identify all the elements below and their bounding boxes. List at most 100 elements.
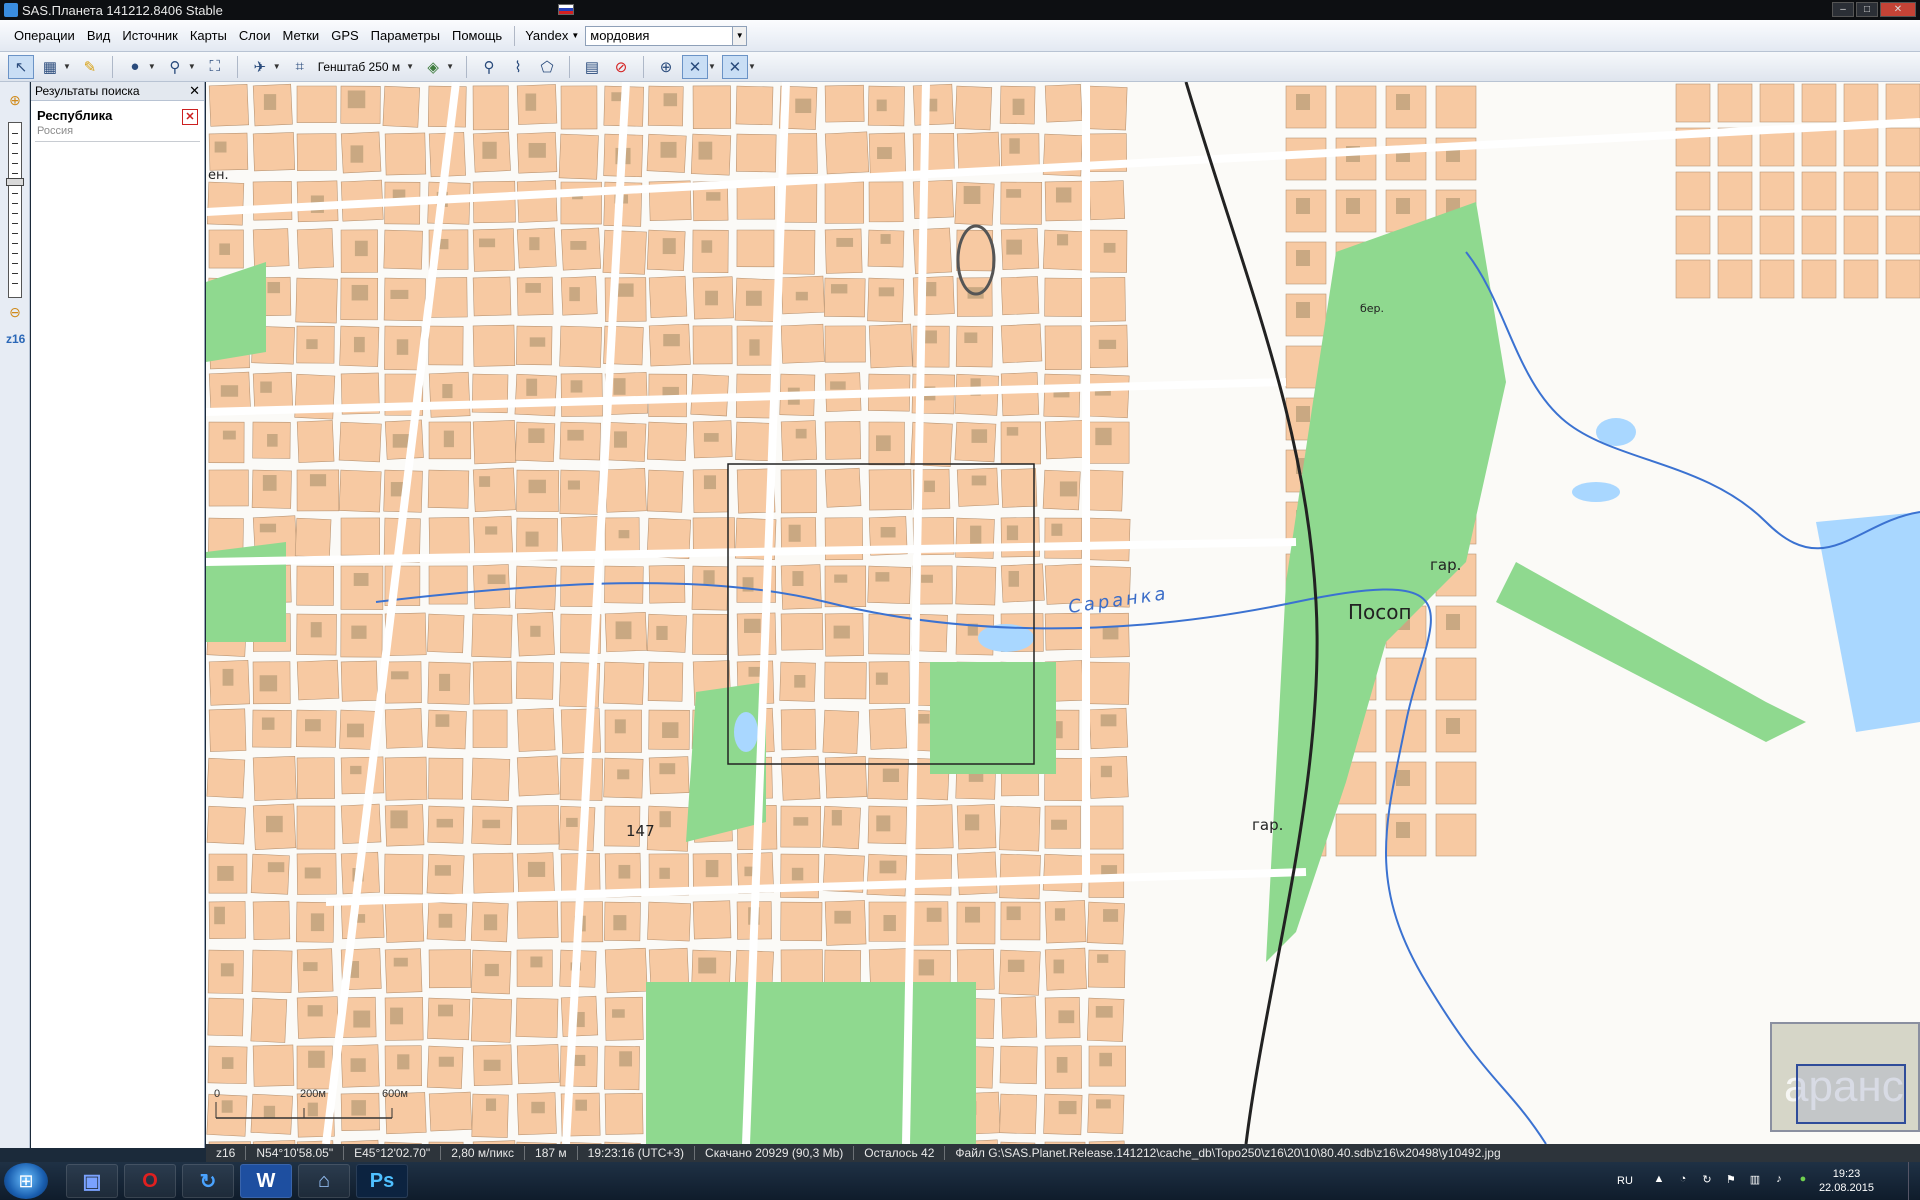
tray-arrow-icon[interactable]: ▲ (1651, 1173, 1667, 1189)
building-block (1717, 215, 1753, 255)
building (880, 527, 896, 538)
menu-maps[interactable]: Карты (184, 28, 233, 43)
opera-icon[interactable]: O (124, 1164, 176, 1198)
search-dropdown-button[interactable]: ▼ (733, 25, 748, 46)
building-block (868, 708, 908, 750)
update-icon[interactable]: ↻ (182, 1164, 234, 1198)
fullscreen-icon[interactable]: ⛶ (202, 55, 228, 79)
chevron-down-icon[interactable]: ▼ (148, 62, 156, 71)
satellite-icon[interactable]: ✈ (247, 55, 273, 79)
gps-center-icon[interactable]: ✕ (721, 54, 748, 79)
building (1097, 954, 1109, 963)
building-block (1843, 215, 1879, 255)
select-arrow-icon[interactable]: ↖ (8, 54, 34, 79)
close-icon[interactable]: ✕ (189, 83, 200, 99)
building (749, 339, 760, 356)
tray-app-icon[interactable]: ● (1795, 1173, 1811, 1189)
building (662, 722, 679, 738)
menu-help[interactable]: Помощь (446, 28, 508, 43)
minimap[interactable]: аранс (1770, 1022, 1920, 1132)
garage-label: гар. (1252, 816, 1284, 834)
zoom-slider[interactable] (8, 122, 22, 298)
building-block (780, 805, 822, 848)
toolbar-separator (236, 55, 238, 78)
delete-result-button[interactable]: ✕ (182, 109, 198, 125)
building (391, 671, 409, 680)
stop-icon[interactable]: ⊘ (608, 55, 634, 79)
building-block (1088, 180, 1126, 221)
minimize-button[interactable]: – (1832, 2, 1854, 17)
building (876, 99, 887, 112)
building (443, 430, 454, 448)
search-result-item[interactable]: Республика Россия ✕ (35, 104, 200, 142)
building (304, 867, 321, 879)
maximize-button[interactable]: □ (1856, 2, 1878, 17)
tray-volume-icon[interactable]: ♪ (1771, 1173, 1787, 1189)
menu-marks[interactable]: Метки (277, 28, 326, 43)
search-input[interactable]: мордовия (585, 25, 734, 46)
building-block (384, 853, 424, 895)
layers-stack-icon[interactable]: ◈ (420, 55, 446, 79)
tray-flag-icon[interactable]: ⚑ (1723, 1173, 1739, 1189)
word-icon[interactable]: W (240, 1164, 292, 1198)
building-block (692, 325, 733, 365)
chevron-down-icon[interactable]: ▼ (63, 62, 71, 71)
minimap-viewport[interactable] (1796, 1064, 1906, 1124)
chevron-down-icon[interactable]: ▼ (748, 62, 756, 71)
placemark-icon[interactable]: ⚲ (476, 55, 502, 79)
menu-view[interactable]: Вид (81, 28, 117, 43)
building-block (384, 948, 423, 994)
shore-label: бер. (1360, 302, 1385, 315)
building (217, 865, 234, 881)
tray-sync-icon[interactable]: ↻ (1699, 1173, 1715, 1189)
tray-clock-icon[interactable]: ◔ (1675, 1173, 1691, 1189)
zoom-in-icon[interactable]: ⊕ (7, 92, 23, 108)
network-app-icon[interactable]: ⌂ (298, 1164, 350, 1198)
close-button[interactable]: ✕ (1880, 2, 1916, 17)
building (660, 141, 677, 158)
building-block (824, 756, 868, 799)
building (971, 475, 987, 486)
building-block (384, 661, 422, 704)
ruler-icon[interactable]: ✎ (77, 55, 103, 79)
tray-network-icon[interactable]: ▥ (1747, 1173, 1763, 1189)
menu-layers[interactable]: Слои (233, 28, 277, 43)
building-block (515, 997, 559, 1038)
show-desktop-button[interactable] (1908, 1162, 1920, 1200)
language-indicator[interactable]: RU (1617, 1175, 1633, 1187)
marks-list-icon[interactable]: ▤ (579, 55, 605, 79)
magnifier-icon[interactable]: ⚲ (162, 55, 188, 79)
chevron-down-icon[interactable]: ▼ (708, 62, 716, 71)
gps-icon[interactable]: ⊕ (653, 55, 679, 79)
menu-parameters[interactable]: Параметры (365, 28, 446, 43)
building-block (472, 324, 516, 367)
menu-source[interactable]: Источник (116, 28, 184, 43)
start-button[interactable]: ⊞ (4, 1163, 48, 1199)
genshtab-map-icon[interactable]: ⌗ (287, 55, 313, 79)
chevron-down-icon[interactable]: ▼ (273, 62, 281, 71)
map-view[interactable]: Саранка Посоп гар. гар. бер. 147 ен. 0 2… (206, 82, 1920, 1144)
menu-operations[interactable]: Операции (8, 28, 81, 43)
save-app-icon[interactable]: ▣ (66, 1164, 118, 1198)
chevron-down-icon[interactable]: ▼ (406, 62, 414, 71)
layers-icon[interactable]: ▦ (37, 55, 63, 79)
chevron-down-icon[interactable]: ▼ (446, 62, 454, 71)
path-icon[interactable]: ⌇ (505, 55, 531, 79)
building-block (912, 132, 955, 172)
menu-gps[interactable]: GPS (325, 28, 364, 43)
building-block (472, 467, 516, 512)
polygon-icon[interactable]: ⬠ (534, 55, 560, 79)
globe-icon[interactable]: ● (122, 55, 148, 79)
chevron-down-icon[interactable]: ▼ (188, 62, 196, 71)
gps-track-icon[interactable]: ✕ (682, 54, 709, 79)
zoom-out-icon[interactable]: ⊖ (7, 304, 23, 320)
building (1296, 302, 1310, 318)
search-source-select[interactable]: Yandex ▼ (525, 28, 579, 43)
result-title[interactable]: Республика (35, 104, 200, 125)
zoom-slider-thumb[interactable] (6, 178, 24, 186)
map-canvas[interactable] (206, 82, 1920, 1144)
photoshop-icon[interactable]: Ps (356, 1164, 408, 1198)
building-block (516, 805, 560, 845)
map-type-label[interactable]: Генштаб 250 м (318, 60, 400, 74)
clock[interactable]: 19:23 22.08.2015 (1819, 1167, 1874, 1195)
